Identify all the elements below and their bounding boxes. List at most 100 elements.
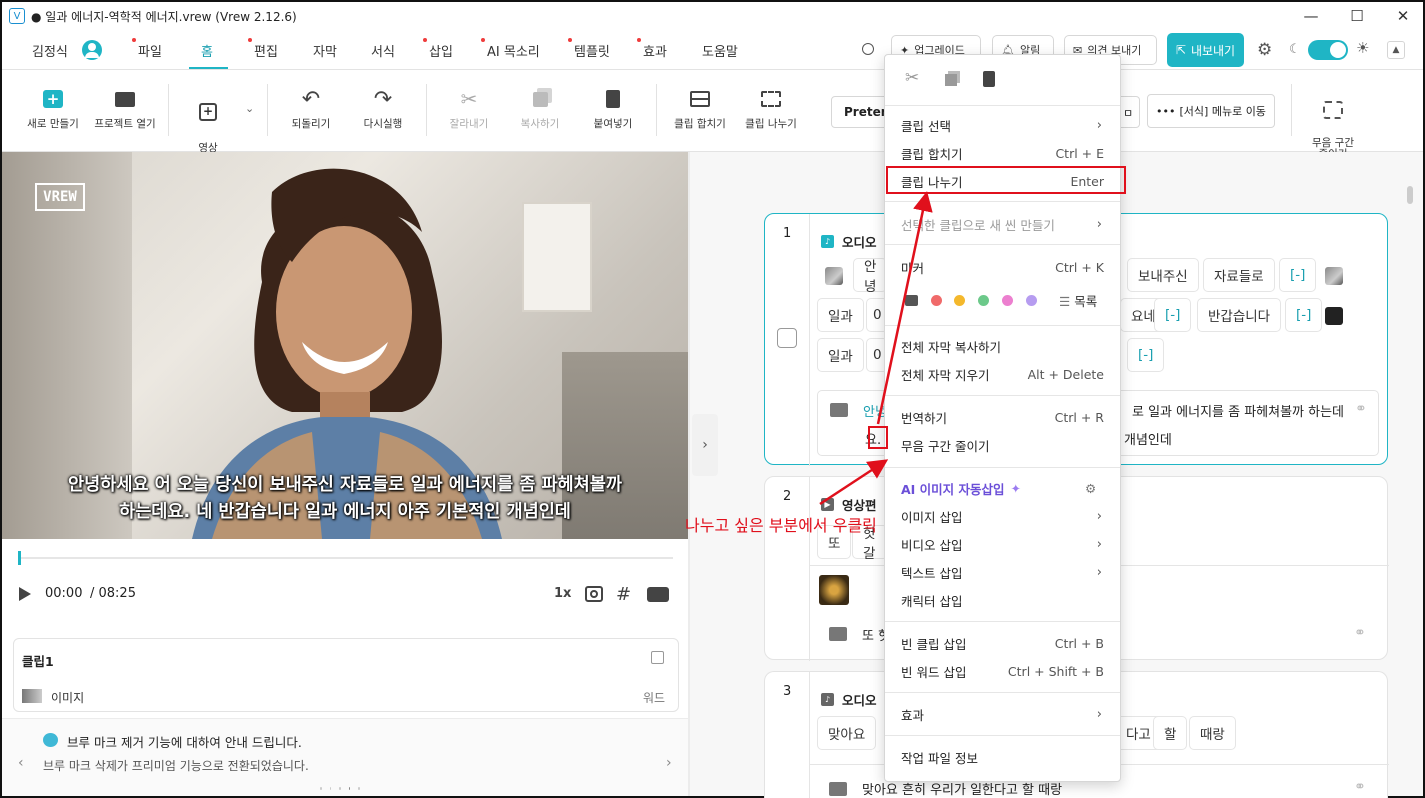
link-icon[interactable]: ⚭ [1354, 779, 1366, 795]
menu-file-info[interactable]: 작업 파일 정보 [885, 743, 1120, 771]
word-break-chip[interactable]: [-] [1127, 338, 1165, 372]
collapse-menu-icon[interactable]: ▲ [1387, 41, 1405, 59]
format-field-edge[interactable]: ㅁ [1120, 96, 1140, 128]
format-menu-button[interactable]: ••• [서식] 메뉴로 이동 [1147, 94, 1275, 128]
current-time: 00:00 [45, 586, 83, 601]
word-break-chip[interactable]: [-] [1279, 258, 1317, 292]
menu-file[interactable]: 파일 [132, 38, 162, 60]
cut-button[interactable]: ✂ 잘라내기 [443, 87, 495, 131]
new-project-button[interactable]: + 새로 만들기 [24, 88, 82, 131]
timeline-track[interactable] [18, 557, 673, 559]
split-icon [761, 91, 781, 107]
menu-subtitle[interactable]: 자막 [313, 41, 337, 60]
menu-insert-empty-word[interactable]: 빈 워드 삽입 Ctrl + Shift + B [885, 657, 1120, 685]
chevron-down-icon[interactable]: ⌄ [245, 102, 254, 115]
search-icon[interactable] [862, 43, 874, 55]
menu-format[interactable]: 서식 [371, 41, 395, 60]
menu-select-clip[interactable]: 클립 선택 › [885, 111, 1120, 139]
chevron-right-icon: › [1096, 536, 1102, 552]
menu-insert-text[interactable]: 텍스트 삽입 › [885, 558, 1120, 586]
clip-info-panel: 클립1 이미지 워드 [13, 638, 679, 712]
link-icon[interactable]: ⚭ [1355, 401, 1367, 417]
audio-track-label: ♪ 오디오 [821, 690, 877, 709]
menu-merge-clip[interactable]: 클립 합치기 Ctrl + E [885, 139, 1120, 167]
expand-panel-chevron-icon[interactable]: › [692, 414, 718, 476]
menu-help[interactable]: 도움말 [702, 41, 738, 60]
open-project-button[interactable]: 프로젝트 열기 [92, 88, 158, 131]
merge-clip-button[interactable]: 클립 합치기 [670, 88, 730, 131]
copy-icon [532, 91, 548, 107]
playhead-handle[interactable] [18, 551, 21, 565]
plus-icon: + [43, 90, 63, 108]
open-external-icon[interactable] [651, 651, 664, 664]
scissors-icon[interactable]: ✂ [905, 68, 923, 88]
chevron-right-icon: › [1096, 508, 1102, 524]
theme-toggle[interactable] [1308, 40, 1348, 60]
menu-ai-voice[interactable]: AI 목소리 [481, 38, 540, 60]
video-preview[interactable]: VREW 안녕하세요 어 오늘 당신이 보내주신 자료들로 일과 에너지를 좀 … [2, 152, 688, 539]
word-chip[interactable]: 맞아요 [817, 716, 877, 750]
redo-button[interactable]: ↷ 다시실행 [356, 87, 410, 131]
reduce-silence-button[interactable]: 무음 구간 줄이기 [1302, 88, 1364, 160]
word-chip[interactable]: 자료들로 [1203, 258, 1275, 292]
editor-scrollbar[interactable] [1407, 186, 1413, 204]
subtitle-toggle-icon[interactable] [647, 587, 669, 602]
clip-panel-title: 클립1 [22, 654, 54, 669]
word-chip[interactable]: 반갑습니다 [1197, 298, 1282, 332]
total-time: / 08:25 [90, 586, 136, 601]
screenshot-icon[interactable] [585, 586, 603, 602]
menu-effect[interactable]: 효과 › [885, 700, 1120, 728]
word-chip[interactable]: 할 [1153, 716, 1188, 750]
menu-home[interactable]: 홈 [201, 41, 213, 60]
paste-button[interactable]: 붙여넣기 [587, 88, 639, 131]
playback-speed[interactable]: 1x [554, 586, 571, 601]
sun-icon: ☀ [1356, 39, 1370, 57]
menu-edit[interactable]: 편집 [248, 38, 278, 60]
reduce-silence-icon [1323, 101, 1343, 119]
word-chip[interactable]: 때랑 [1189, 716, 1236, 750]
chevron-right-icon: › [1096, 117, 1102, 133]
close-button[interactable]: ✕ [1380, 4, 1425, 28]
export-button[interactable]: ⇱ 내보내기 [1167, 33, 1244, 67]
menu-template[interactable]: 템플릿 [568, 38, 610, 60]
minimize-button[interactable]: — [1288, 4, 1334, 28]
split-clip-button[interactable]: 클립 나누기 [740, 88, 802, 131]
merge-icon [690, 91, 710, 107]
image-thumbnail [819, 575, 849, 605]
marker-yellow[interactable] [954, 295, 965, 306]
notice-title: 브루 마크 제거 기능에 대하여 안내 드립니다. [67, 735, 302, 750]
clipboard-icon[interactable] [983, 71, 995, 87]
marker-green[interactable] [978, 295, 989, 306]
font-select[interactable]: Pretend [831, 96, 898, 128]
grid-icon[interactable]: # [616, 584, 631, 605]
music-icon: ♪ [821, 693, 834, 706]
subtitle-icon [829, 782, 847, 796]
menu-effect[interactable]: 효과 [637, 38, 667, 60]
chevron-left-icon[interactable]: ‹ [18, 755, 24, 771]
clip-checkbox[interactable] [777, 328, 797, 348]
menu-insert-empty-clip[interactable]: 빈 클립 삽입 Ctrl + B [885, 629, 1120, 657]
maximize-button[interactable]: ☐ [1334, 4, 1380, 28]
menu-insert-video[interactable]: 비디오 삽입 › [885, 530, 1120, 558]
settings-icon[interactable]: ⚙ [1085, 481, 1096, 496]
word-break-chip[interactable]: [-] [1154, 298, 1192, 332]
active-tab-indicator [189, 67, 228, 69]
copy-button[interactable]: 복사하기 [514, 88, 566, 131]
marker-pink[interactable] [1002, 295, 1013, 306]
clip-row-label: 이미지 [51, 691, 85, 705]
marker-purple[interactable] [1026, 295, 1037, 306]
copy-icon[interactable] [945, 74, 957, 86]
chevron-right-icon[interactable]: › [666, 755, 672, 771]
word-chip[interactable]: 보내주신 [1127, 258, 1199, 292]
gear-icon[interactable]: ⚙ [1257, 40, 1272, 60]
word-break-chip[interactable]: [-] [1285, 298, 1323, 332]
link-icon[interactable]: ⚭ [1354, 625, 1366, 641]
menu-insert-character[interactable]: 캐릭터 삽입 [885, 586, 1120, 614]
avatar-icon[interactable] [82, 40, 102, 60]
play-icon[interactable] [19, 587, 31, 601]
marker-list[interactable]: ☰ 목록 [1059, 291, 1097, 310]
clipboard-icon [606, 90, 620, 108]
scissors-icon: ✂ [460, 87, 478, 111]
undo-button[interactable]: ↶ 되돌리기 [285, 87, 337, 131]
menu-insert[interactable]: 삽입 [423, 38, 453, 60]
